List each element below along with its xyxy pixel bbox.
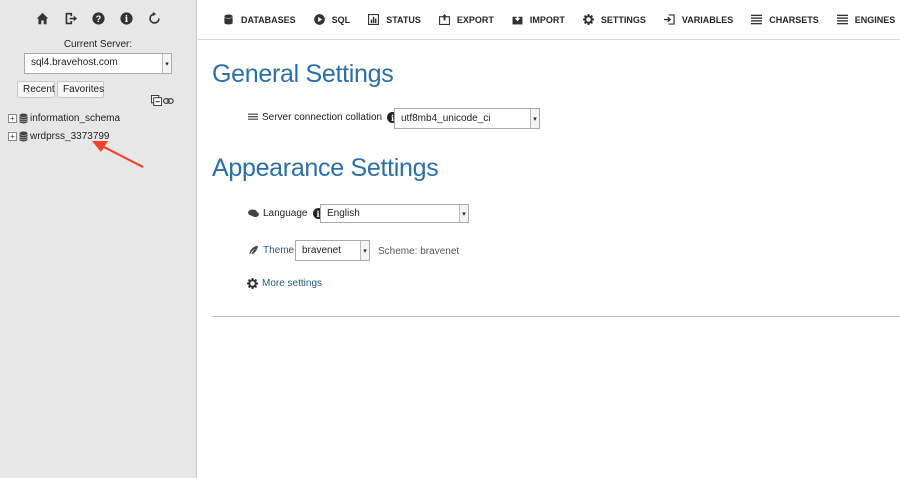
collation-row: Server connection collation i [248, 112, 402, 123]
current-server-label: Current Server: [63, 39, 133, 50]
database-icon [19, 113, 28, 124]
tab-charsets[interactable]: CHARSETS [751, 14, 819, 25]
tab-settings[interactable]: SETTINGS [582, 14, 646, 25]
chevron-down-icon: ▾ [360, 241, 369, 260]
speech-bubble-icon [248, 209, 259, 218]
collation-select[interactable]: utf8mb4_unicode_ci ▾ [394, 108, 540, 129]
top-menubar: DATABASES SQL STATUS EXPORT IMPORT SETTI… [198, 0, 900, 40]
svg-text:?: ? [95, 13, 100, 23]
annotation-arrow-icon [92, 141, 144, 168]
theme-select-value: bravenet [302, 245, 341, 256]
expand-icon[interactable]: + [8, 131, 17, 141]
collation-select-value: utf8mb4_unicode_ci [401, 113, 491, 124]
server-select[interactable]: sql4.bravehost.com ▾ [24, 53, 172, 74]
tab-import[interactable]: IMPORT [512, 14, 565, 25]
tab-status[interactable]: STATUS [368, 14, 421, 25]
export-icon [438, 14, 450, 25]
language-select-value: English [327, 208, 360, 219]
help-icon[interactable]: ? [84, 8, 112, 28]
tab-variables[interactable]: VARIABLES [663, 14, 734, 25]
recent-button[interactable]: Recent [17, 81, 55, 98]
chevron-down-icon: ▾ [459, 205, 468, 222]
nav-icon-bar: ? i [0, 0, 196, 36]
tab-label: STATUS [386, 14, 421, 25]
collapse-all-icon[interactable] [151, 95, 162, 106]
general-settings-heading: General Settings [212, 60, 394, 88]
database-item[interactable]: + information_schema [8, 111, 120, 125]
database-icon [224, 14, 233, 25]
tab-label: EXPORT [456, 14, 494, 25]
tab-engines[interactable]: ENGINES [836, 14, 896, 25]
status-icon [368, 14, 380, 25]
link-icon[interactable] [163, 95, 174, 106]
language-row: Language i [248, 208, 324, 219]
tab-label: VARIABLES [681, 14, 734, 25]
logout-icon[interactable] [56, 8, 84, 28]
import-icon [512, 14, 523, 25]
tab-label: ENGINES [854, 14, 896, 25]
tab-label: CHARSETS [769, 14, 819, 25]
expand-icon[interactable]: + [8, 113, 17, 123]
gear-icon [247, 278, 258, 289]
language-select[interactable]: English ▾ [320, 204, 469, 223]
database-icon [19, 131, 28, 142]
home-icon[interactable] [28, 8, 56, 28]
chevron-down-icon: ▾ [162, 54, 171, 73]
play-icon [313, 14, 325, 25]
tab-export[interactable]: EXPORT [438, 14, 494, 25]
tab-sql[interactable]: SQL [313, 14, 351, 25]
tab-label: SQL [331, 14, 351, 25]
tree-controls [151, 95, 174, 106]
more-settings-row[interactable]: More settings [247, 278, 322, 289]
database-name[interactable]: information_schema [30, 113, 120, 124]
more-settings-link[interactable]: More settings [262, 278, 322, 289]
theme-row: Theme: [248, 245, 297, 256]
list-icon [248, 113, 258, 120]
engines-icon [836, 14, 848, 25]
tab-label: DATABASES [241, 14, 296, 25]
reload-icon[interactable] [140, 8, 168, 28]
appearance-settings-heading: Appearance Settings [212, 154, 439, 182]
info-icon[interactable]: i [112, 8, 140, 28]
theme-label[interactable]: Theme: [263, 245, 297, 256]
favorites-button[interactable]: Favorites [57, 81, 104, 98]
theme-select[interactable]: bravenet ▾ [295, 240, 370, 261]
scheme-text: Scheme: bravenet [378, 246, 460, 257]
tab-databases[interactable]: DATABASES [223, 14, 296, 25]
navigation-panel: ? i Current Server: sql4.bravehost.com ▾… [0, 0, 197, 478]
content-divider [212, 316, 900, 317]
feather-icon [249, 245, 259, 255]
server-select-value: sql4.bravehost.com [31, 57, 118, 68]
language-label: Language [263, 208, 308, 219]
chevron-down-icon: ▾ [530, 109, 539, 128]
gear-icon [582, 14, 594, 25]
tab-label: IMPORT [529, 14, 565, 25]
charsets-icon [751, 14, 763, 25]
variables-icon [663, 14, 675, 25]
collation-label: Server connection collation [262, 112, 383, 123]
tab-label: SETTINGS [600, 14, 646, 25]
